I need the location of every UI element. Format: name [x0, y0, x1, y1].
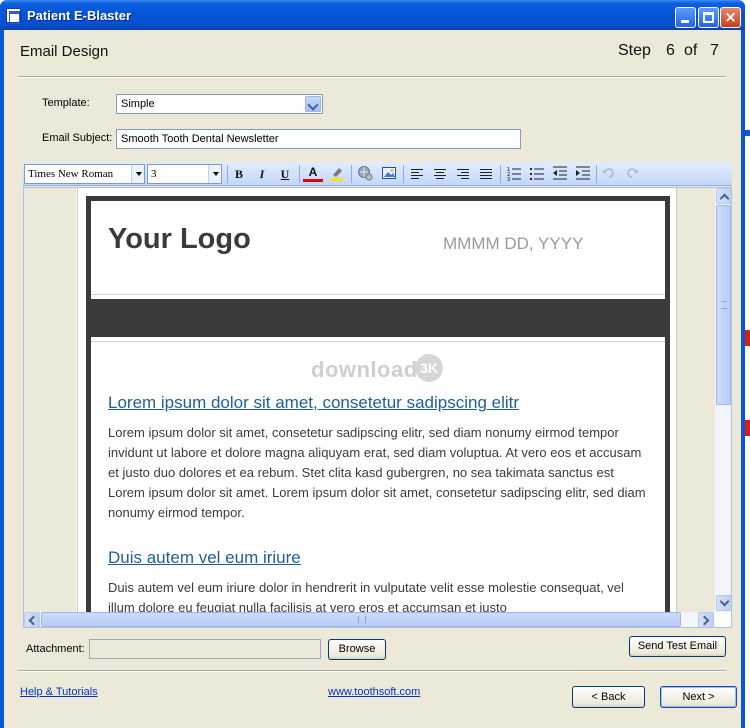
email-subject-value: Smooth Tooth Dental Newsletter [121, 133, 279, 145]
toolbar-separator [227, 165, 228, 183]
send-test-email-button[interactable]: Send Test Email [629, 636, 726, 657]
bold-icon[interactable]: B [229, 165, 249, 183]
outdent-icon[interactable] [550, 165, 570, 183]
editor-toolbar: Times New Roman 3 B I U A 1 2 3 [23, 162, 732, 186]
help-tutorials-link[interactable]: Help & Tutorials [20, 686, 98, 698]
template-select[interactable]: Simple [116, 94, 323, 114]
minimize-icon [681, 20, 689, 23]
highlight-icon[interactable] [327, 165, 347, 183]
insert-image-icon[interactable] [379, 165, 399, 183]
maximize-button[interactable] [698, 7, 719, 28]
email-subject-label: Email Subject: [42, 132, 113, 144]
background-edge-mark [745, 420, 750, 436]
article-heading[interactable]: Lorem ipsum dolor sit amet, consetetur s… [108, 393, 519, 413]
background-edge-mark [745, 330, 750, 346]
svg-text:3: 3 [507, 177, 510, 181]
font-name-select[interactable]: Times New Roman [24, 164, 145, 184]
numbered-list-icon[interactable]: 123 [504, 165, 524, 183]
title-bar[interactable]: Patient E-Blaster × [0, 0, 745, 30]
browse-button[interactable]: Browse [328, 639, 386, 660]
step-total: 7 [710, 42, 719, 59]
underline-icon[interactable]: U [275, 165, 295, 183]
email-editor[interactable]: Your Logo MMMM DD, YYYY download 3K Lore… [23, 187, 732, 628]
toolbar-separator [596, 165, 597, 183]
align-center-icon[interactable] [430, 165, 450, 183]
close-icon: × [724, 8, 737, 26]
minimize-button[interactable] [675, 7, 696, 28]
grip-icon [721, 301, 727, 309]
horizontal-scroll-thumb[interactable] [41, 612, 681, 627]
editor-page[interactable]: Your Logo MMMM DD, YYYY download 3K Lore… [77, 188, 677, 627]
undo-icon[interactable] [599, 165, 619, 183]
watermark-badge: 3K [415, 354, 443, 382]
email-subject-input[interactable]: Smooth Tooth Dental Newsletter [116, 129, 521, 149]
vertical-scroll-thumb[interactable] [716, 205, 731, 405]
newsletter-date: MMMM DD, YYYY [443, 234, 584, 253]
scroll-right-icon[interactable] [698, 612, 714, 627]
maximize-icon [703, 12, 714, 23]
align-left-icon[interactable] [407, 165, 427, 183]
bullet-list-icon[interactable] [527, 165, 547, 183]
attachment-label: Attachment: [26, 643, 85, 655]
step-current: 6 [666, 42, 675, 59]
insert-link-icon[interactable] [355, 165, 375, 183]
align-right-icon[interactable] [453, 165, 473, 183]
toolbar-separator [351, 165, 352, 183]
attachment-field[interactable] [89, 639, 321, 659]
horizontal-scrollbar[interactable] [24, 612, 715, 627]
watermark-text: download [311, 357, 418, 382]
chevron-down-icon[interactable] [208, 165, 221, 183]
indent-icon[interactable] [573, 165, 593, 183]
chevron-down-icon[interactable] [305, 96, 321, 112]
editor-margin-right [677, 188, 715, 627]
newsletter-divider [91, 341, 665, 342]
scroll-left-icon[interactable] [24, 612, 40, 627]
app-icon [6, 8, 21, 24]
justify-icon[interactable] [476, 165, 496, 183]
dialog-body: Email Design Step 6 of 7 Template: Simpl… [4, 30, 741, 728]
font-color-icon[interactable]: A [303, 165, 323, 182]
chevron-down-icon[interactable] [131, 165, 144, 183]
page-title: Email Design [20, 43, 109, 60]
font-size-value: 3 [151, 168, 157, 180]
italic-icon[interactable]: I [252, 165, 272, 183]
close-button[interactable]: × [720, 7, 741, 28]
toolbar-separator [500, 165, 501, 183]
newsletter-divider [91, 294, 665, 295]
background-edge-mark [745, 130, 750, 136]
font-size-select[interactable]: 3 [147, 164, 222, 184]
template-label: Template: [42, 97, 90, 109]
newsletter-logo: Your Logo [108, 223, 251, 255]
step-of: of [684, 42, 698, 59]
next-button[interactable]: Next > [660, 686, 737, 708]
scroll-down-icon[interactable] [716, 595, 731, 611]
newsletter-banner-bar [91, 299, 665, 337]
step-word: Step [618, 42, 651, 59]
toolbar-separator [403, 165, 404, 183]
website-link[interactable]: www.toothsoft.com [328, 686, 420, 698]
scroll-up-icon[interactable] [716, 188, 731, 204]
grip-icon [358, 616, 366, 623]
back-button[interactable]: < Back [572, 686, 645, 708]
app-window: Patient E-Blaster × Email Design Step 6 … [0, 0, 745, 728]
header-divider [18, 76, 726, 78]
editor-margin-left [24, 188, 76, 627]
article-heading[interactable]: Duis autem vel eum iriure [108, 548, 301, 568]
vertical-scrollbar[interactable] [715, 188, 731, 612]
redo-icon[interactable] [622, 165, 642, 183]
newsletter-template: Your Logo MMMM DD, YYYY download 3K Lore… [86, 196, 670, 627]
window-title: Patient E-Blaster [27, 8, 132, 23]
footer-divider [18, 670, 726, 672]
toolbar-separator [299, 165, 300, 183]
template-value: Simple [121, 98, 155, 110]
article-body: Lorem ipsum dolor sit amet, consetetur s… [108, 425, 646, 520]
font-name-value: Times New Roman [28, 168, 114, 180]
